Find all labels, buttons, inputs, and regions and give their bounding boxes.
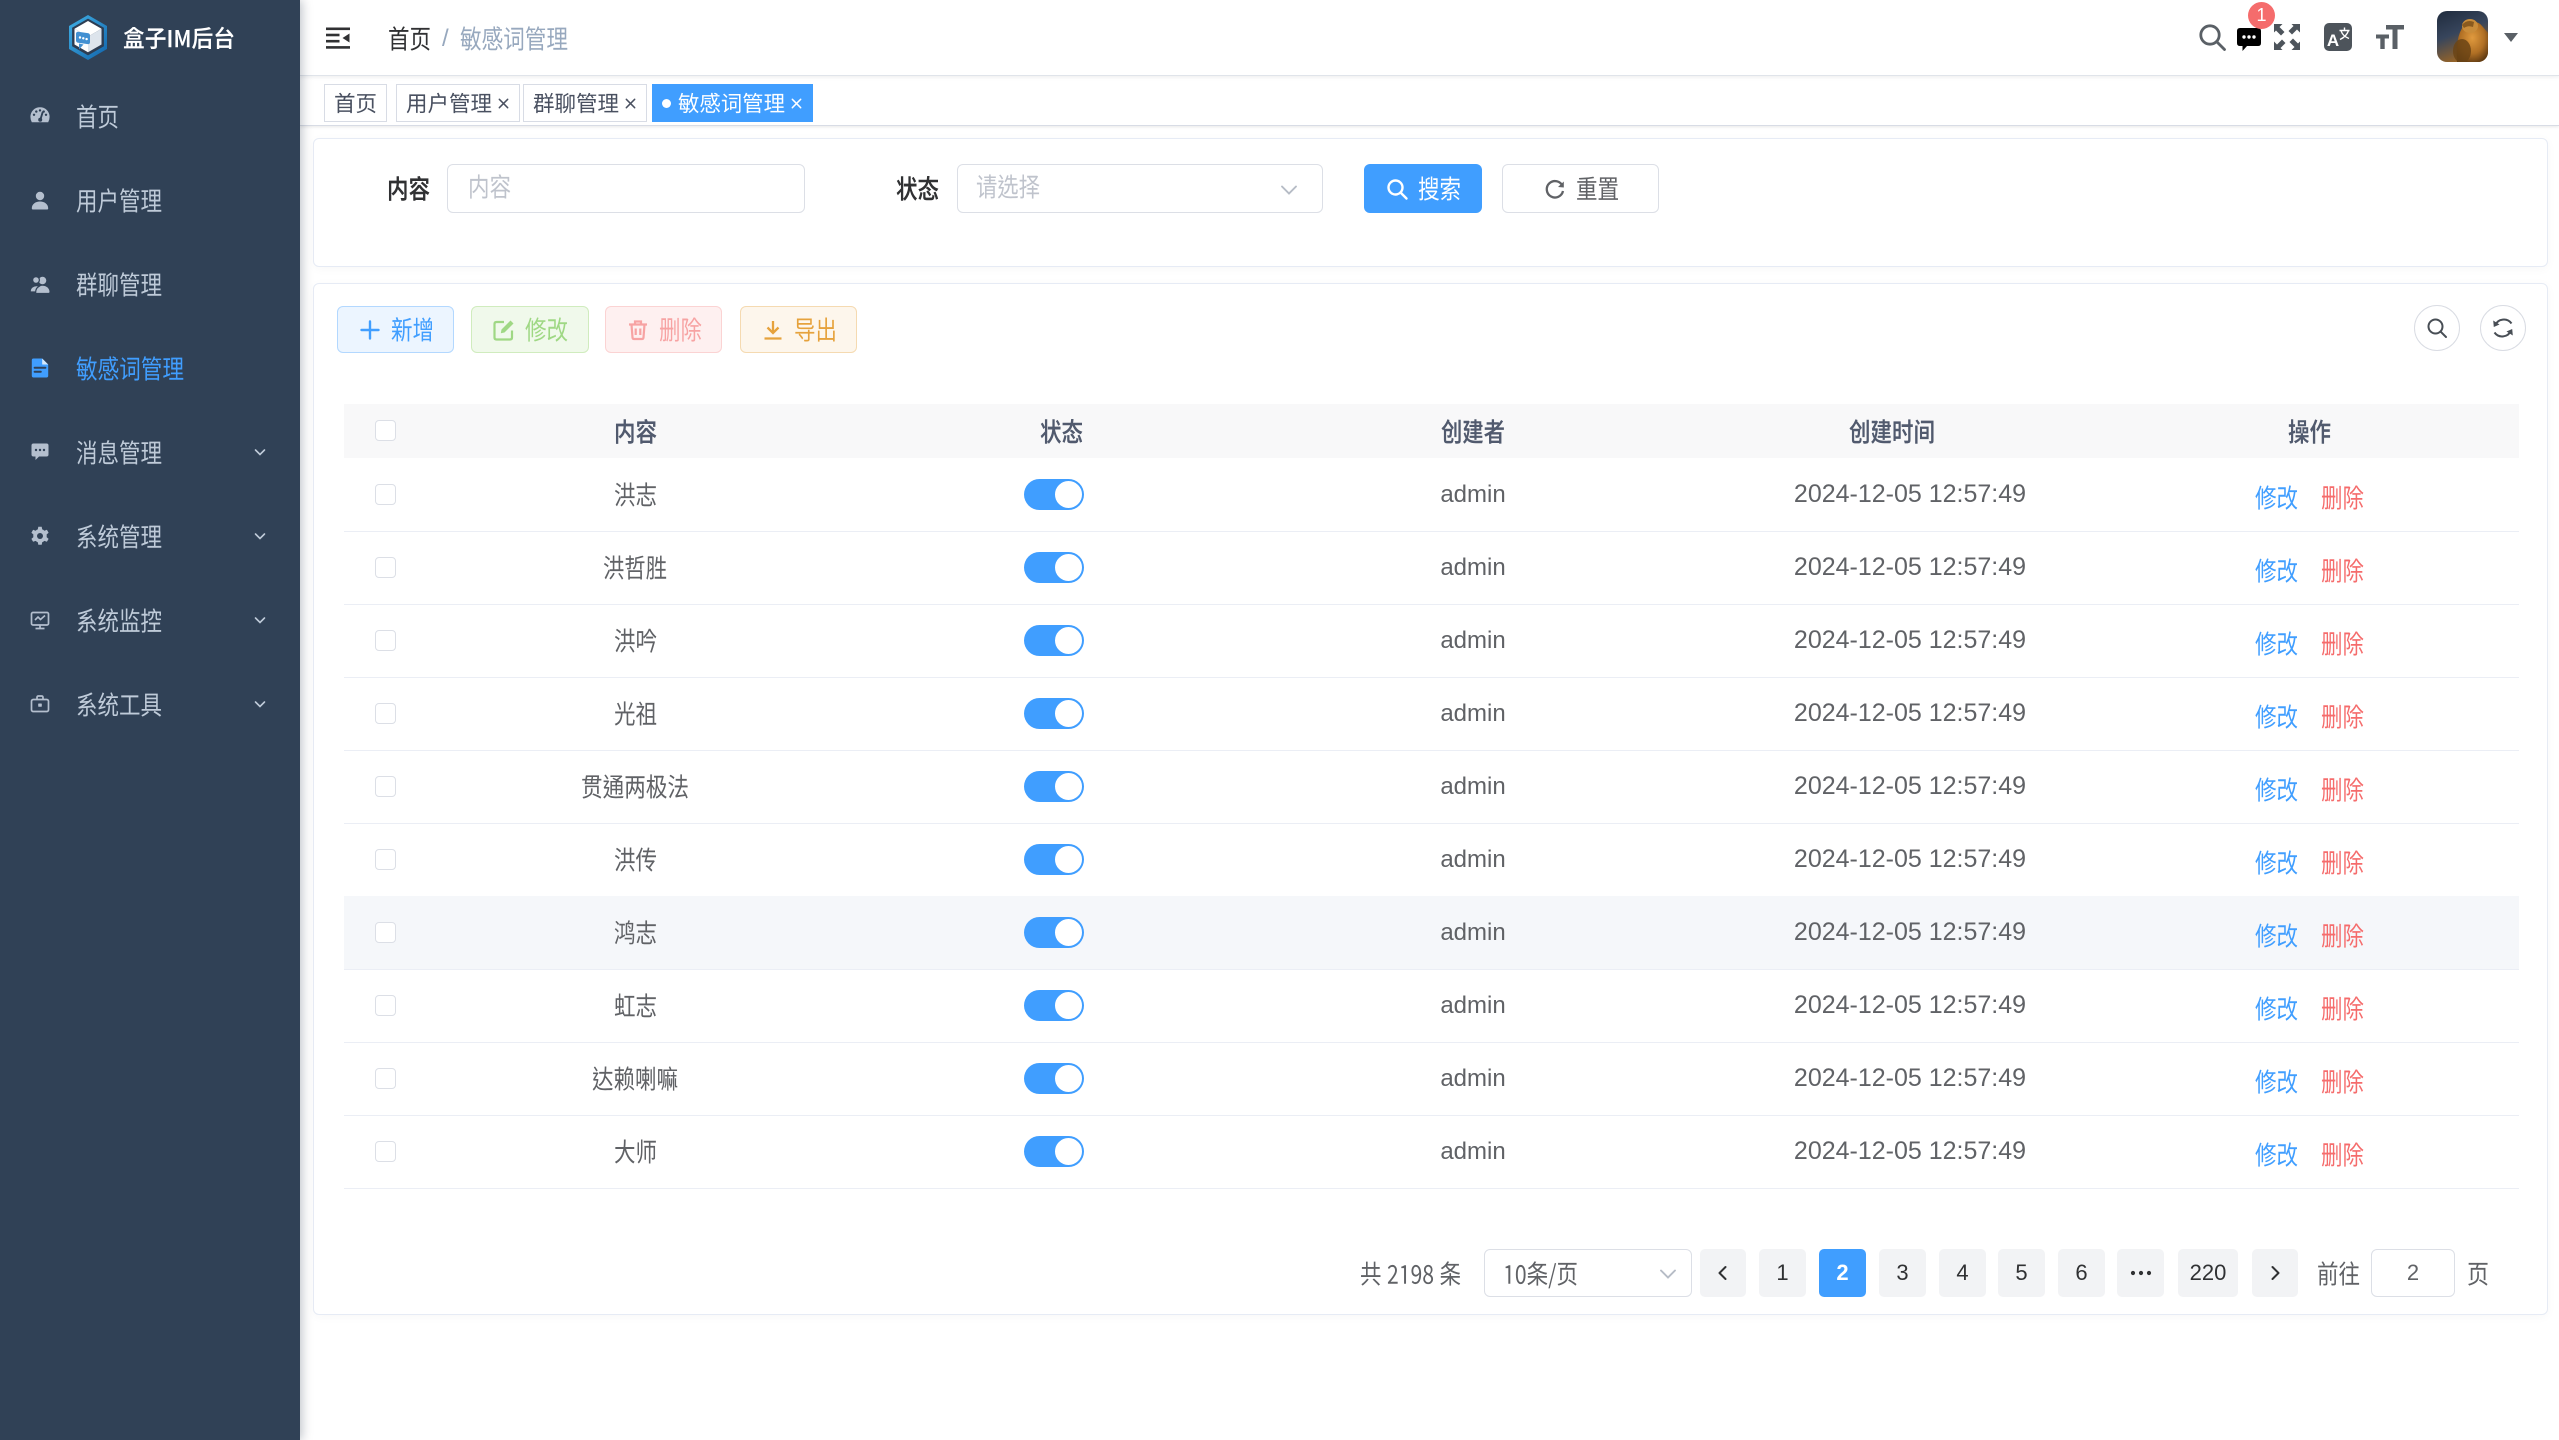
svg-text:A: A <box>2327 31 2339 50</box>
